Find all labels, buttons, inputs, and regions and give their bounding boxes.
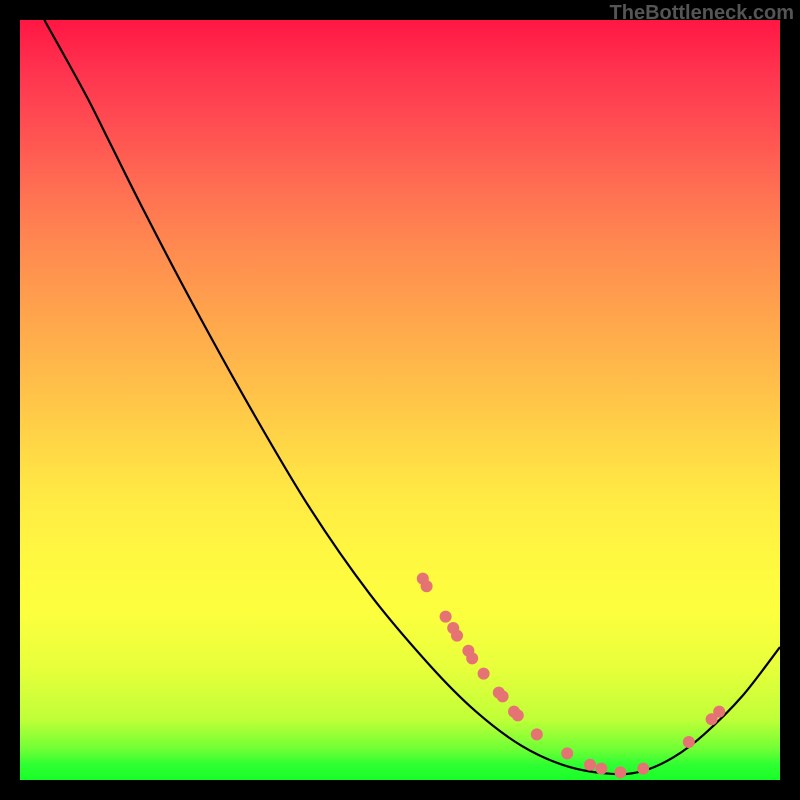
data-point-marker bbox=[451, 630, 463, 642]
curve-layer bbox=[44, 20, 780, 774]
markers-layer bbox=[417, 573, 725, 779]
data-point-marker bbox=[512, 709, 524, 721]
data-point-marker bbox=[421, 580, 433, 592]
data-point-marker bbox=[497, 690, 509, 702]
data-point-marker bbox=[478, 668, 490, 680]
data-point-marker bbox=[614, 766, 626, 778]
data-point-marker bbox=[531, 728, 543, 740]
data-point-marker bbox=[683, 736, 695, 748]
watermark-text: TheBottleneck.com bbox=[610, 2, 794, 25]
plot-area bbox=[20, 20, 780, 780]
chart-svg bbox=[20, 20, 780, 780]
data-point-marker bbox=[584, 759, 596, 771]
data-point-marker bbox=[637, 763, 649, 775]
data-point-marker bbox=[595, 763, 607, 775]
data-point-marker bbox=[713, 706, 725, 718]
data-point-marker bbox=[440, 611, 452, 623]
data-point-marker bbox=[466, 652, 478, 664]
chart-container: TheBottleneck.com bbox=[0, 0, 800, 800]
data-point-marker bbox=[561, 747, 573, 759]
bottleneck-curve bbox=[44, 20, 780, 774]
